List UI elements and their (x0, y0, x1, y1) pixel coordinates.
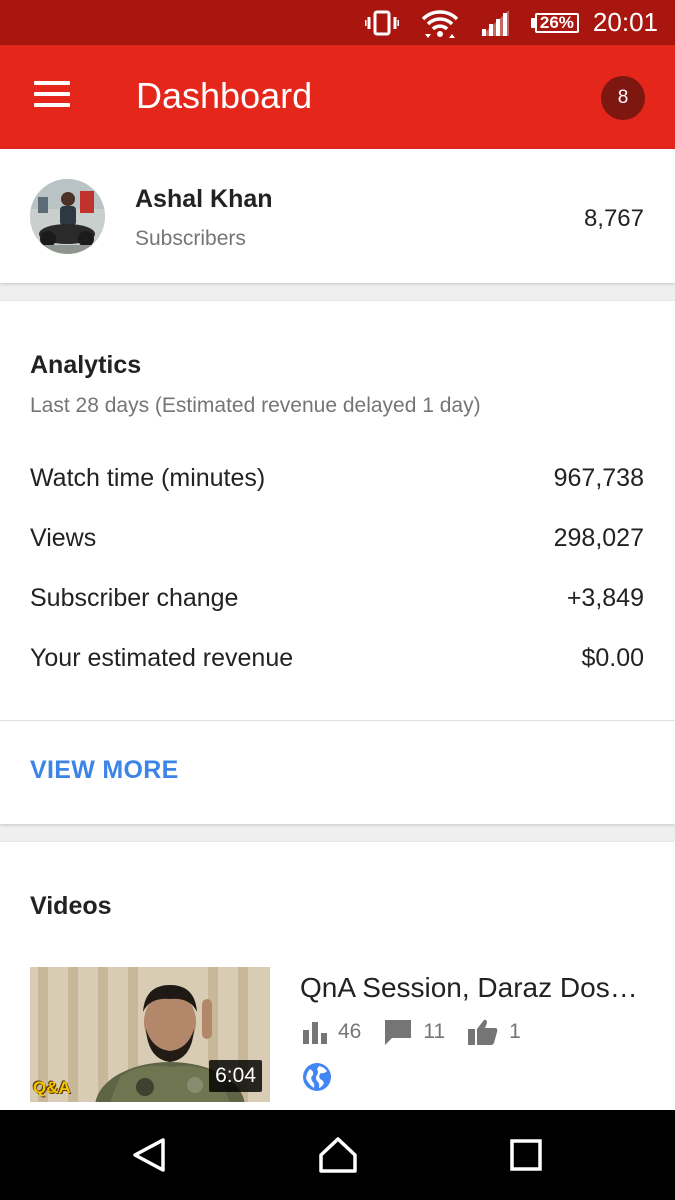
wifi-icon (421, 8, 459, 38)
comment-icon (385, 1020, 412, 1045)
comments-count: 11 (423, 1020, 446, 1043)
analytics-title: Analytics (30, 351, 142, 379)
cell-signal-icon (480, 9, 509, 36)
battery-level: 26% (534, 12, 579, 33)
views-stat: 46 (302, 1020, 361, 1044)
metric-label: Views (30, 523, 97, 552)
app-bar: Dashboard 8 (0, 45, 675, 149)
video-thumbnail[interactable]: Q&A 6:04 (30, 967, 270, 1102)
clock: 20:01 (592, 7, 658, 37)
metric-row-views: Views 298,027 (30, 518, 644, 558)
metric-row-watch-time: Watch time (minutes) 967,738 (30, 458, 644, 498)
subscribers-label: Subscribers (135, 227, 246, 250)
notification-badge[interactable]: 8 (601, 76, 645, 120)
status-bar: 26% 20:01 (0, 0, 675, 45)
thumbs-up-icon (468, 1019, 498, 1045)
channel-name: Ashal Khan (135, 185, 273, 213)
channel-card[interactable]: Ashal Khan Subscribers 8,767 (0, 149, 675, 283)
metric-row-revenue: Your estimated revenue $0.00 (30, 638, 644, 678)
battery-icon: 26% (530, 12, 579, 33)
metric-value: +3,849 (566, 583, 644, 612)
videos-title: Videos (30, 892, 112, 920)
video-duration: 6:04 (209, 1060, 262, 1092)
navigation-bar (0, 1110, 675, 1200)
divider (0, 720, 675, 721)
bar-chart-icon (303, 1022, 327, 1044)
metric-label: Your estimated revenue (30, 643, 294, 672)
comments-stat: 11 (383, 1018, 445, 1046)
views-count: 46 (338, 1020, 362, 1043)
metric-label: Watch time (minutes) (30, 463, 266, 492)
metric-value: $0.00 (581, 643, 644, 672)
videos-card: Videos Q&A 6:04 QnA Session, Daraz Dos… (0, 842, 675, 1132)
view-more-button[interactable]: VIEW MORE (30, 756, 179, 785)
back-icon[interactable] (130, 1135, 170, 1175)
metric-value: 298,027 (553, 523, 644, 552)
video-title[interactable]: QnA Session, Daraz Dos… (300, 972, 645, 1004)
globe-icon (303, 1063, 331, 1091)
video-stats: 46 11 1 (302, 1018, 543, 1046)
page-title: Dashboard (136, 75, 313, 116)
metric-value: 967,738 (553, 463, 644, 492)
vibrate-icon (364, 10, 399, 36)
metric-label: Subscriber change (30, 583, 239, 612)
thumbnail-label: Q&A (33, 1078, 71, 1097)
menu-icon[interactable] (34, 81, 70, 109)
likes-stat: 1 (467, 1018, 521, 1046)
subscribers-count: 8,767 (583, 205, 644, 232)
metric-row-subscriber-change: Subscriber change +3,849 (30, 578, 644, 618)
likes-count: 1 (509, 1020, 521, 1043)
recents-icon[interactable] (506, 1135, 546, 1175)
home-icon[interactable] (318, 1135, 358, 1175)
analytics-card: Analytics Last 28 days (Estimated revenu… (0, 301, 675, 824)
analytics-subtitle: Last 28 days (Estimated revenue delayed … (30, 394, 481, 417)
avatar (30, 179, 105, 254)
